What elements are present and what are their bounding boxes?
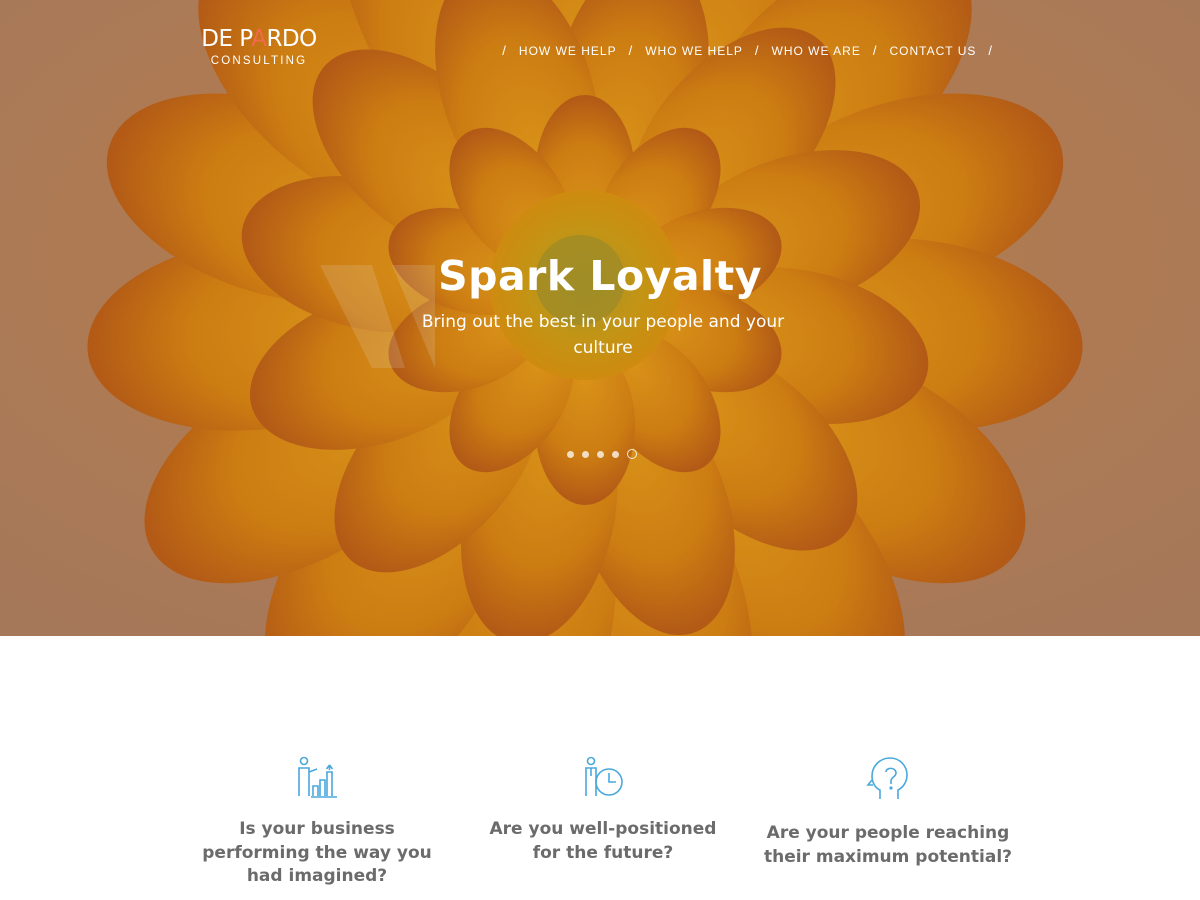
brand-logo[interactable]: DE PARDO CONSULTING (200, 26, 318, 68)
head-question-icon (866, 757, 908, 799)
nav-link-how-we-help[interactable]: HOW WE HELP (519, 44, 617, 58)
slider-dot-active[interactable] (627, 449, 637, 459)
feature-card-future[interactable]: Are you well-positioned for the future? (478, 756, 728, 865)
brand-wordmark: DE PARDO (200, 26, 318, 52)
nav-separator: / (628, 43, 634, 58)
main-nav: / HOW WE HELP / WHO WE HELP / WHO WE ARE… (490, 43, 1005, 58)
nav-separator: / (872, 43, 878, 58)
feature-title: Is your business performing the way you … (202, 819, 432, 886)
nav-link-contact-us[interactable]: CONTACT US (889, 44, 976, 58)
slider-dot[interactable] (597, 450, 604, 458)
brand-name-part1: DE P (201, 26, 252, 52)
nav-separator: / (754, 43, 760, 58)
person-clock-icon (585, 756, 623, 796)
hero-subtitle: Bring out the best in your people and yo… (421, 312, 785, 358)
nav-link-who-we-are[interactable]: WHO WE ARE (772, 44, 861, 58)
feature-title: Are you well-positioned for the future? (489, 819, 717, 863)
slider-pagination (567, 449, 645, 459)
slider-dot[interactable] (567, 450, 574, 458)
nav-separator: / (988, 43, 993, 58)
brand-name-accent: A (251, 26, 267, 52)
business-growth-icon (298, 756, 337, 798)
feature-card-business[interactable]: Is your business performing the way you … (192, 756, 442, 889)
nav-link-who-we-help[interactable]: WHO WE HELP (645, 44, 743, 58)
slider-dot[interactable] (582, 450, 589, 458)
brand-tagline: CONSULTING (210, 55, 308, 67)
feature-title: Are your people reaching their maximum p… (763, 823, 1013, 867)
hero-title: Spark Loyalty (438, 252, 762, 300)
nav-separator: / (502, 43, 507, 58)
feature-card-people[interactable]: Are your people reaching their maximum p… (763, 756, 1013, 869)
hero-banner: DE PARDO CONSULTING / HOW WE HELP / WHO … (0, 0, 1200, 636)
slider-dot[interactable] (612, 450, 619, 458)
features-section: Is your business performing the way you … (0, 636, 1200, 900)
brand-name-part2: RDO (266, 26, 317, 52)
